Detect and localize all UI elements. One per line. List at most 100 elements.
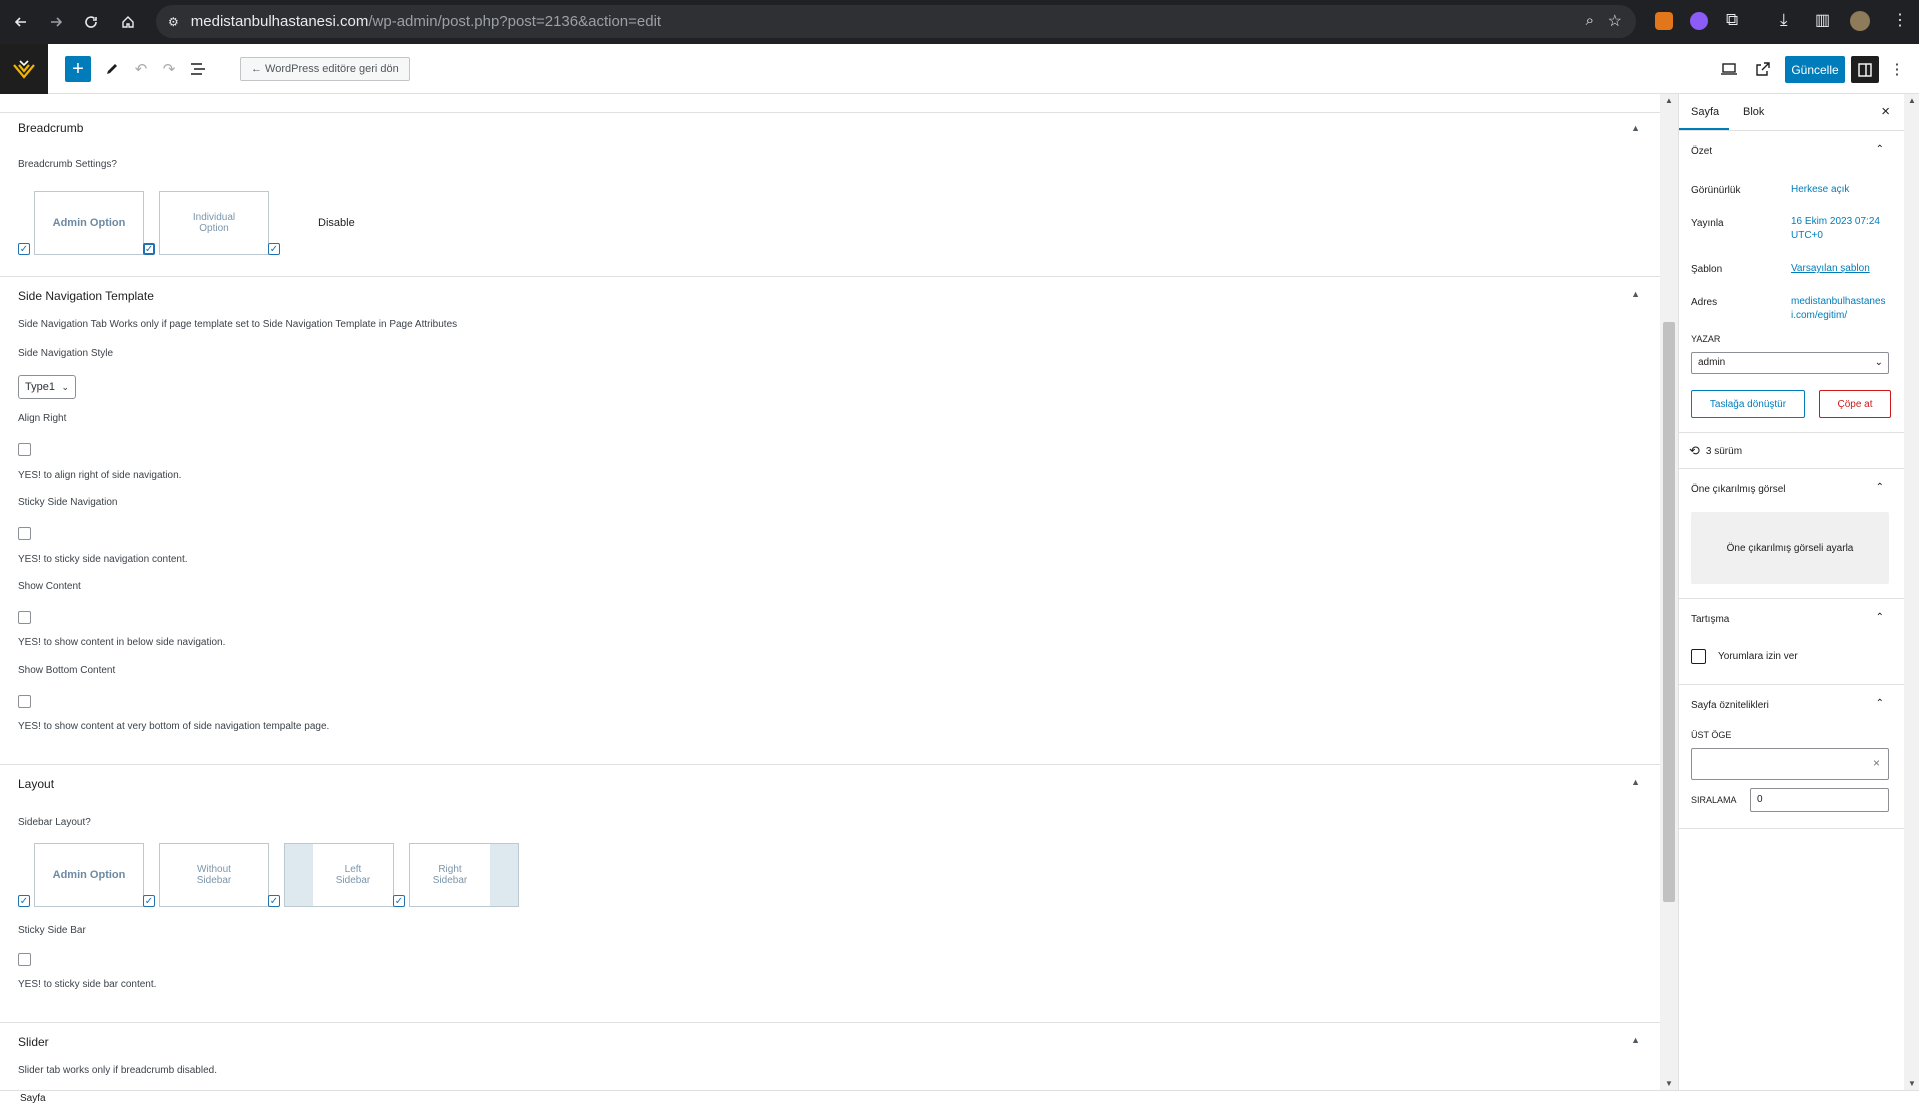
extensions-puzzle-icon[interactable]: ⧉ xyxy=(1726,10,1738,30)
bookmark-star-icon[interactable]: ☆ xyxy=(1608,11,1622,31)
status-bar-breadcrumb[interactable]: Sayfa xyxy=(0,1090,1919,1106)
allow-comments-checkbox[interactable] xyxy=(1691,649,1706,664)
main-scrollbar[interactable]: ▲ ▼ xyxy=(1660,94,1678,1090)
checkbox-checked-icon[interactable]: ✓ xyxy=(18,895,30,907)
show-bottom-content-checkbox[interactable] xyxy=(18,695,31,708)
forward-arrow-icon[interactable] xyxy=(41,7,71,37)
scrollbar-thumb[interactable] xyxy=(1663,322,1675,902)
site-logo-icon[interactable] xyxy=(0,44,48,94)
browser-menu-icon[interactable]: ⋮ xyxy=(1892,10,1908,30)
zoom-icon[interactable]: ⌕ xyxy=(1586,12,1594,29)
side-panel-icon[interactable]: ▥ xyxy=(1815,10,1830,30)
meta-box-area: Breadcrumb ▲ Breadcrumb Settings? Admin … xyxy=(0,94,1660,1090)
breadcrumb-option-disable[interactable]: Disable xyxy=(318,217,355,229)
browser-toolbar: ⚙ medistanbulhastanesi.com/wp-admin/post… xyxy=(0,0,1919,44)
chevron-down-icon: ⌄ xyxy=(1874,357,1883,368)
page-attributes-title[interactable]: Sayfa öznitelikleri xyxy=(1691,700,1769,711)
checkbox-checked-icon[interactable]: ✓ xyxy=(268,243,280,255)
divider xyxy=(1679,130,1905,131)
field-label: Sticky Side Navigation xyxy=(18,497,118,508)
document-overview-icon[interactable] xyxy=(185,56,211,82)
align-right-checkbox[interactable] xyxy=(18,443,31,456)
chevron-up-icon[interactable]: ⌃ xyxy=(1876,698,1884,709)
revisions-row[interactable]: ⟲ 3 sürüm xyxy=(1689,443,1742,459)
author-select[interactable]: admin ⌄ xyxy=(1691,352,1889,374)
clear-x-icon[interactable]: × xyxy=(1873,756,1880,770)
summary-title[interactable]: Özet xyxy=(1691,146,1712,157)
template-value[interactable]: Varsayılan şablon xyxy=(1791,262,1886,276)
publish-date-value[interactable]: 16 Ekim 2023 07:24 UTC+0 xyxy=(1791,215,1886,243)
field-description: YES! to sticky side bar content. xyxy=(18,979,157,990)
section-title: Side Navigation Template xyxy=(18,289,154,303)
switch-to-draft-button[interactable]: Taslağa dönüştür xyxy=(1691,390,1805,418)
collapse-caret-icon[interactable]: ▲ xyxy=(1631,123,1640,133)
options-menu-icon[interactable]: ⋮ xyxy=(1884,56,1910,82)
editor-toolbar: + ↶ ↷ ← WordPress editöre geri dön Günce… xyxy=(0,44,1919,94)
chevron-up-icon[interactable]: ⌃ xyxy=(1876,144,1884,155)
featured-image-title[interactable]: Öne çıkarılmış görsel xyxy=(1691,484,1785,495)
checkbox-checked-icon[interactable]: ✓ xyxy=(18,243,30,255)
view-page-external-icon[interactable] xyxy=(1750,56,1776,82)
tab-page[interactable]: Sayfa xyxy=(1691,106,1719,118)
sidebar-option-right[interactable]: Right Sidebar xyxy=(409,843,519,907)
sidebar-option-admin[interactable]: Admin Option xyxy=(34,843,144,907)
scroll-up-arrow-icon[interactable]: ▲ xyxy=(1665,96,1673,105)
section-title: Slider xyxy=(18,1035,49,1049)
breadcrumb-section: Breadcrumb ▲ Breadcrumb Settings? Admin … xyxy=(0,112,1660,272)
edit-pencil-icon[interactable] xyxy=(99,56,125,82)
collapse-caret-icon[interactable]: ▲ xyxy=(1631,289,1640,299)
chevron-up-icon[interactable]: ⌃ xyxy=(1876,482,1884,493)
back-arrow-icon[interactable] xyxy=(6,7,36,37)
section-title: Layout xyxy=(18,777,55,791)
discussion-title[interactable]: Tartışma xyxy=(1691,614,1729,625)
close-icon[interactable]: × xyxy=(1881,103,1890,120)
set-featured-image-button[interactable]: Öne çıkarılmış görseli ayarla xyxy=(1691,512,1889,584)
add-block-button[interactable]: + xyxy=(65,56,91,82)
checkbox-checked-icon[interactable]: ✓ xyxy=(393,895,405,907)
profile-avatar[interactable] xyxy=(1850,11,1870,31)
collapse-caret-icon[interactable]: ▲ xyxy=(1631,777,1640,787)
back-to-wordpress-editor-button[interactable]: ← WordPress editöre geri dön xyxy=(240,57,410,81)
sidebar-option-left[interactable]: Left Sidebar xyxy=(284,843,394,907)
scroll-down-arrow-icon[interactable]: ▼ xyxy=(1665,1079,1673,1088)
author-label: YAZAR xyxy=(1691,334,1721,344)
divider xyxy=(1679,598,1905,599)
checkbox-checked-icon[interactable]: ✓ xyxy=(143,243,155,255)
scroll-down-arrow-icon[interactable]: ▼ xyxy=(1908,1079,1916,1088)
address-bar[interactable]: ⚙ medistanbulhastanesi.com/wp-admin/post… xyxy=(156,5,1636,38)
move-to-trash-button[interactable]: Çöpe at xyxy=(1819,390,1891,418)
revisions-count: 3 sürüm xyxy=(1705,445,1743,457)
collapse-caret-icon[interactable]: ▲ xyxy=(1631,1035,1640,1045)
reload-icon[interactable] xyxy=(76,7,106,37)
sidebar-scrollbar[interactable]: ▲ ▼ xyxy=(1904,94,1919,1090)
show-content-checkbox[interactable] xyxy=(18,611,31,624)
address-value[interactable]: medistanbulhastanesi.com/egitim/ xyxy=(1791,295,1886,323)
checkbox-checked-icon[interactable]: ✓ xyxy=(143,895,155,907)
settings-sidebar-toggle-icon[interactable] xyxy=(1851,56,1879,83)
visibility-value[interactable]: Herkese açık xyxy=(1791,183,1886,197)
sidebar-option-without[interactable]: Without Sidebar xyxy=(159,843,269,907)
undo-icon[interactable]: ↶ xyxy=(128,56,154,82)
breadcrumb-option-admin[interactable]: Admin Option xyxy=(34,191,144,255)
scroll-up-arrow-icon[interactable]: ▲ xyxy=(1908,96,1916,105)
extension-fox-icon[interactable] xyxy=(1655,12,1673,30)
breadcrumb-option-individual[interactable]: Individual Option xyxy=(159,191,269,255)
site-info-icon[interactable]: ⚙ xyxy=(168,15,179,29)
sticky-side-navigation-checkbox[interactable] xyxy=(18,527,31,540)
field-label: Breadcrumb Settings? xyxy=(18,159,117,170)
home-icon[interactable] xyxy=(113,7,143,37)
side-navigation-style-select[interactable]: Type1 ⌄ xyxy=(18,375,76,399)
parent-page-combobox[interactable]: × xyxy=(1691,748,1889,780)
download-icon[interactable]: ⤓ xyxy=(1780,10,1788,30)
sticky-side-bar-checkbox[interactable] xyxy=(18,953,31,966)
checkbox-checked-icon[interactable]: ✓ xyxy=(268,895,280,907)
order-input[interactable]: 0 xyxy=(1750,788,1889,812)
tab-block[interactable]: Blok xyxy=(1743,106,1764,118)
chevron-up-icon[interactable]: ⌃ xyxy=(1876,612,1884,623)
section-title: Breadcrumb xyxy=(18,121,84,135)
preview-device-icon[interactable] xyxy=(1716,56,1742,82)
extension-mask-icon[interactable] xyxy=(1690,12,1708,30)
update-button[interactable]: Güncelle xyxy=(1785,56,1845,83)
section-note: Side Navigation Tab Works only if page t… xyxy=(18,319,458,330)
redo-icon[interactable]: ↷ xyxy=(156,56,182,82)
